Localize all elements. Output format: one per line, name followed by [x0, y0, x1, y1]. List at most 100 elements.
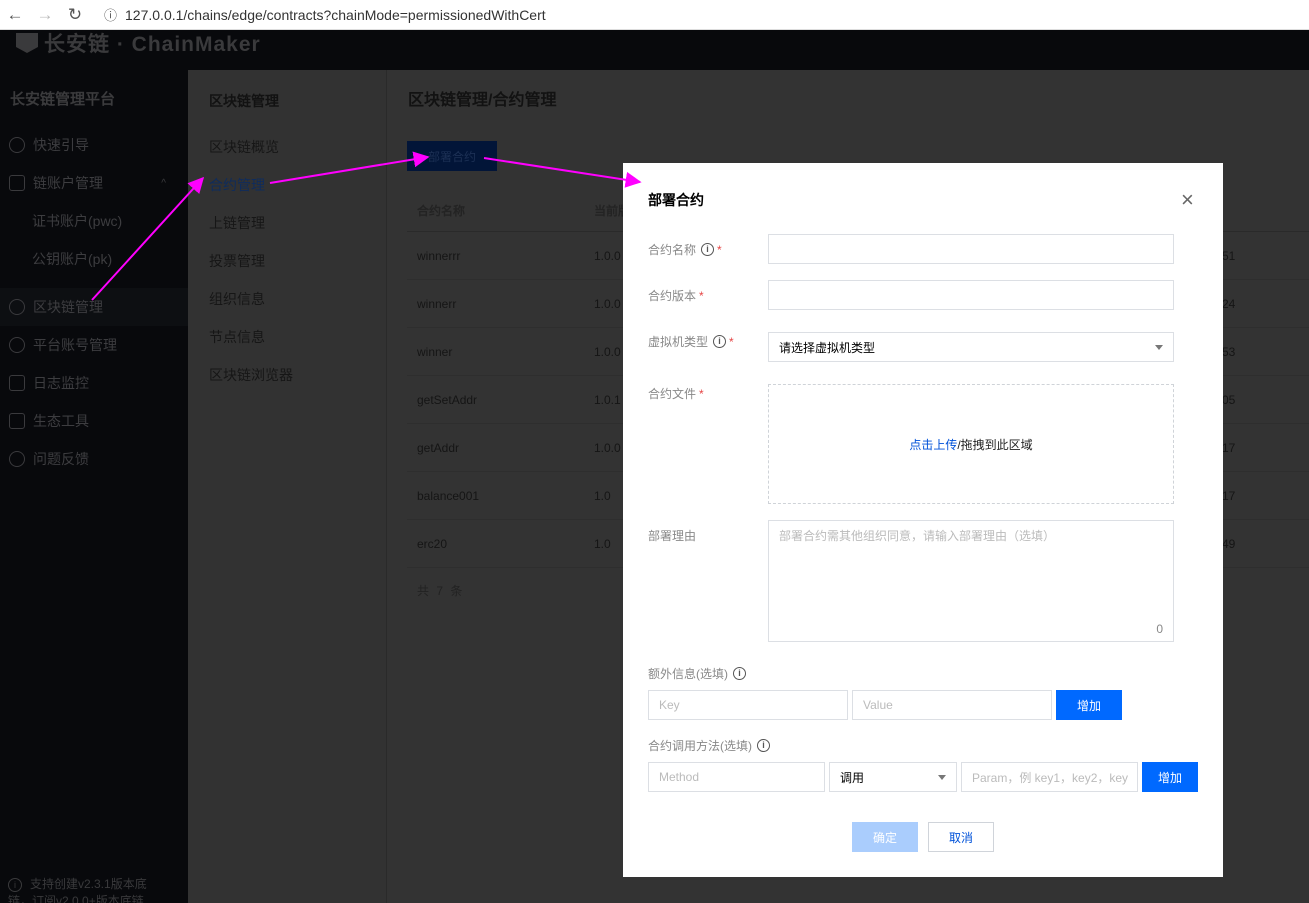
layers-icon [9, 413, 25, 429]
key-input[interactable]: Key [648, 690, 848, 720]
label-text: 额外信息(选填) [648, 667, 728, 681]
drag-hint: /拖拽到此区域 [957, 437, 1033, 452]
contract-name-cell: getAddr [417, 440, 460, 455]
info-icon[interactable]: i [757, 739, 770, 752]
char-count: 0 [1156, 622, 1163, 636]
sidebar-item-chain-accounts[interactable]: 链账户管理 ^ [0, 164, 188, 202]
param-input[interactable]: Param，例 key1，key2，key [961, 762, 1138, 792]
sidebar-item-label: 证书账户(pwc) [32, 213, 123, 229]
platform-title: 长安链管理平台 [10, 91, 116, 108]
sidebar-item-quick-guide[interactable]: 快速引导 [0, 126, 188, 164]
shield-logo-icon [16, 33, 38, 53]
reload-icon[interactable]: ↻ [60, 5, 90, 25]
add-method-button[interactable]: 增加 [1142, 762, 1198, 792]
contract-version-input[interactable] [768, 280, 1174, 310]
sidebar-item-eco-tools[interactable]: 生态工具 [0, 402, 188, 440]
click-upload-link[interactable]: 点击上传 [909, 436, 957, 453]
required-mark: * [699, 386, 704, 401]
time-cell: 49 [1222, 536, 1236, 551]
site-info-icon[interactable]: ⓘ [104, 5, 117, 24]
sidebar-item-log-monitor[interactable]: 日志监控 [0, 364, 188, 402]
method-placeholder: Method [659, 770, 700, 784]
label-text: 合约名称 [648, 243, 697, 257]
label-text: 合约调用方法(选填) [648, 739, 752, 753]
time-cell: 17 [1222, 488, 1236, 503]
contract-name-input[interactable] [768, 234, 1174, 264]
time-cell: 51 [1222, 248, 1236, 263]
reason-placeholder: 部署合约需其他组织同意，请输入部署理由（选填） [779, 529, 1056, 543]
time-cell: 53 [1222, 344, 1236, 359]
method-label: 合约调用方法(选填) i [648, 737, 770, 754]
required-mark: * [717, 242, 722, 257]
value-placeholder: Value [863, 698, 893, 712]
left-sidebar: 长安链管理平台 快速引导 链账户管理 ^ 证书账户(pwc) 公钥账户(pk) … [0, 70, 188, 903]
deploy-contract-dialog: 部署合约 × 合约名称 i * 合约版本 * 虚拟机类型 i * 请选择虚拟机类… [623, 163, 1223, 877]
info-icon[interactable]: i [713, 335, 727, 348]
sidebar-item-label: 平台账号管理 [33, 337, 117, 353]
forward-icon[interactable]: → [30, 5, 60, 25]
method-input[interactable]: Method [648, 762, 825, 792]
sidebar-item-pubkey-account[interactable]: 公钥账户(pk) [0, 240, 188, 278]
logo-text: 长安链 · ChainMaker [44, 33, 261, 56]
subnav-item-overview[interactable]: 区块链概览 [209, 137, 279, 157]
sidebar-item-label: 区块链管理 [33, 299, 103, 315]
deploy-contract-button[interactable]: 部署合约 [407, 141, 497, 171]
time-cell: 17 [1222, 440, 1236, 455]
time-cell: 24 [1222, 296, 1236, 311]
method-type-select[interactable]: 调用 [829, 762, 957, 792]
subnav-item-onchain[interactable]: 上链管理 [209, 213, 265, 233]
cancel-button[interactable]: 取消 [928, 822, 994, 852]
version-cell: 1.0.0 [594, 296, 621, 311]
required-mark: * [699, 288, 704, 303]
version-cell: 1.0.0 [594, 248, 621, 263]
info-icon[interactable]: i [733, 667, 746, 680]
sidebar-item-label: 日志监控 [33, 375, 89, 391]
vm-type-label: 虚拟机类型 i * [648, 333, 734, 350]
column-header-name: 合约名称 [417, 204, 466, 218]
label-text: 合约文件 [648, 387, 697, 401]
required-mark: * [729, 334, 734, 349]
contract-name-cell: winnerr [417, 296, 457, 311]
sidebar-item-blockchain-management[interactable]: 区块链管理 [0, 288, 188, 326]
add-extra-info-button[interactable]: 增加 [1056, 690, 1122, 720]
subnav-item-contracts[interactable]: 合约管理 [209, 175, 265, 195]
contract-name-label: 合约名称 i * [648, 241, 722, 258]
contract-name-cell: winner [417, 344, 453, 359]
subnav-item-explorer[interactable]: 区块链浏览器 [209, 365, 293, 385]
sub-nav-title: 区块链管理 [209, 93, 279, 109]
subnav-item-orgs[interactable]: 组织信息 [209, 289, 265, 309]
contract-name-cell: getSetAddr [417, 392, 478, 407]
file-upload-dropzone[interactable]: 点击上传 /拖拽到此区域 [768, 384, 1174, 504]
info-icon[interactable]: i [701, 243, 715, 256]
confirm-button[interactable]: 确定 [852, 822, 918, 852]
caret-down-icon [938, 775, 946, 780]
version-notice-line2: 链，订阅v2.0.0+版本底链 [8, 894, 144, 903]
deploy-reason-label: 部署理由 [648, 527, 696, 544]
address-bar[interactable]: 127.0.0.1/chains/edge/contracts?chainMod… [125, 7, 546, 23]
sub-sidebar: 区块链管理 区块链概览 合约管理 上链管理 投票管理 组织信息 节点信息 区块链… [188, 70, 387, 903]
close-icon[interactable]: × [1181, 189, 1194, 211]
sidebar-item-cert-account[interactable]: 证书账户(pwc) [0, 202, 188, 240]
subnav-item-votes[interactable]: 投票管理 [209, 251, 265, 271]
monitor-chart-icon [9, 375, 25, 391]
contract-name-cell: winnerrr [417, 248, 461, 263]
vm-type-value: 请选择虚拟机类型 [779, 340, 876, 355]
deploy-reason-textarea[interactable]: 部署合约需其他组织同意，请输入部署理由（选填） 0 [768, 520, 1174, 642]
sidebar-item-platform-accounts[interactable]: 平台账号管理 [0, 326, 188, 364]
key-placeholder: Key [659, 698, 680, 712]
top-header: 长安链 · ChainMaker [0, 30, 1309, 70]
sidebar-item-label: 问题反馈 [33, 451, 89, 467]
browser-toolbar: ← → ↻ ⓘ 127.0.0.1/chains/edge/contracts?… [0, 0, 1309, 30]
back-icon[interactable]: ← [0, 5, 30, 25]
vm-type-select[interactable]: 请选择虚拟机类型 [768, 332, 1174, 362]
contract-name-cell: balance001 [417, 488, 480, 503]
subnav-item-nodes[interactable]: 节点信息 [209, 327, 265, 347]
sidebar-item-label: 公钥账户(pk) [32, 251, 113, 267]
version-cell: 1.0.1 [594, 392, 621, 407]
user-icon [9, 337, 25, 353]
caret-down-icon [1155, 345, 1163, 350]
version-cell: 1.0 [594, 536, 611, 551]
sidebar-item-feedback[interactable]: 问题反馈 [0, 440, 188, 478]
sidebar-item-label: 链账户管理 [33, 175, 103, 191]
value-input[interactable]: Value [852, 690, 1052, 720]
